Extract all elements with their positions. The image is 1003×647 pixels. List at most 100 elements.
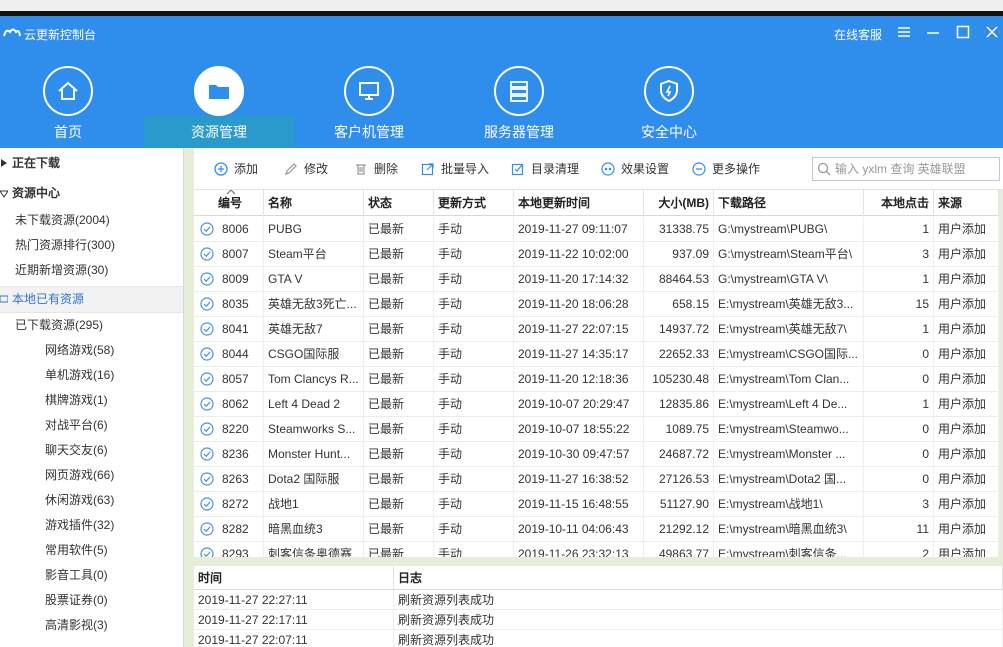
plus-circle-icon — [214, 162, 228, 176]
add-button[interactable]: 添加 — [214, 160, 258, 178]
table-row[interactable]: 8263 Dota2 国际服 已最新 手动 2019-11-27 16:38:52 271… — [194, 467, 999, 492]
sidebar-cat-game-plugins[interactable]: 游戏插件(32) — [0, 513, 183, 538]
sidebar-resource-center[interactable]: 资源中心 — [0, 181, 183, 206]
cell-path: E:\mystream\英雄无敌3... — [714, 292, 864, 317]
cell-name: PUBG — [264, 217, 364, 242]
nav-resource-management[interactable]: 资源管理 — [144, 64, 294, 148]
menu-icon[interactable] — [896, 24, 912, 40]
table-row[interactable]: 8282 暗黑血统3 已最新 手动 2019-10-11 04:06:43 21292.1… — [194, 517, 999, 542]
table-row[interactable]: 8220 Steamworks S... 已最新 手动 2019-10-07 18:55… — [194, 417, 999, 442]
dir-clean-button[interactable]: 目录清理 — [511, 160, 579, 178]
col-download-path[interactable]: 下载路径 — [714, 190, 864, 216]
nav-security-center[interactable]: 安全中心 — [594, 64, 744, 148]
log-row[interactable]: 2019-11-27 22:07:11 刷新资源列表成功 — [194, 630, 1003, 647]
sidebar-cat-web-games[interactable]: 网页游戏(66) — [0, 463, 183, 488]
sidebar-cat-board-games[interactable]: 棋牌游戏(1) — [0, 388, 183, 413]
online-service-link[interactable]: 在线客服 — [834, 26, 882, 43]
sidebar-item-hot-ranking[interactable]: 热门资源排行(300) — [0, 233, 183, 258]
effect-settings-button[interactable]: 效果设置 — [601, 160, 669, 178]
delete-button[interactable]: 删除 — [354, 160, 398, 178]
table-row[interactable]: 8041 英雄无敌7 已最新 手动 2019-11-27 22:07:15 14937.7… — [194, 317, 999, 342]
col-source[interactable]: 来源 — [934, 190, 999, 216]
cell-update-mode: 手动 — [434, 267, 514, 292]
cell-id: 8035 — [194, 292, 264, 317]
folder-tree-icon — [0, 295, 8, 303]
cell-source: 用户添加 — [934, 267, 999, 292]
minimize-icon[interactable] — [925, 24, 941, 40]
nav-home[interactable]: 首页 — [0, 64, 143, 148]
edit-button[interactable]: 修改 — [284, 160, 328, 178]
sidebar-cat-stocks[interactable]: 股票证券(0) — [0, 588, 183, 613]
col-status[interactable]: 状态 — [364, 190, 434, 216]
sidebar-cat-casual-games[interactable]: 休闲游戏(63) — [0, 488, 183, 513]
sidebar-splitter[interactable] — [184, 148, 194, 647]
cell-status: 已最新 — [364, 492, 434, 517]
cell-status: 已最新 — [364, 242, 434, 267]
col-size[interactable]: 大小(MB) — [644, 190, 714, 216]
cell-source: 用户添加 — [934, 417, 999, 442]
sidebar-item-downloaded[interactable]: 已下载资源(295) — [0, 313, 183, 338]
log-row[interactable]: 2019-11-27 22:27:11 刷新资源列表成功 — [194, 590, 1003, 610]
table-row[interactable]: 8006 PUBG 已最新 手动 2019-11-27 09:11:07 31338.75… — [194, 217, 999, 242]
edit-label: 修改 — [304, 162, 329, 176]
log-col-time[interactable]: 时间 — [194, 566, 394, 590]
sidebar-cat-hd-video[interactable]: 高清影视(3) — [0, 613, 183, 638]
table-row[interactable]: 8293 刺客信条奥德赛 已最新 手动 2019-11-26 23:32:13 49863… — [194, 542, 999, 557]
shield-icon — [660, 79, 678, 103]
monitor-icon — [359, 82, 379, 100]
nav-server-label: 服务器管理 — [484, 124, 554, 140]
sidebar-cat-online-games[interactable]: 网络游戏(58) — [0, 338, 183, 363]
sidebar-cat-media-tools[interactable]: 影音工具(0) — [0, 563, 183, 588]
cell-source: 用户添加 — [934, 242, 999, 267]
table-row[interactable]: 8057 Tom Clancys R... 已最新 手动 2019-11-20 12:1… — [194, 367, 999, 392]
cell-id: 8006 — [194, 217, 264, 242]
cell-size: 1089.75 — [644, 417, 714, 442]
more-actions-button[interactable]: 更多操作 — [692, 160, 760, 178]
table-row[interactable]: 8272 战地1 已最新 手动 2019-11-15 16:48:55 51127.90 E… — [194, 492, 999, 517]
col-id[interactable]: 编号 — [194, 190, 264, 216]
sidebar-item-label: 未下载资源(2004) — [15, 213, 110, 227]
sidebar-downloading[interactable]: 正在下载 — [0, 151, 183, 176]
table-row[interactable]: 8236 Monster Hunt... 已最新 手动 2019-10-30 09:47… — [194, 442, 999, 467]
batch-import-button[interactable]: 批量导入 — [421, 160, 489, 178]
col-update-mode[interactable]: 更新方式 — [434, 190, 514, 216]
table-scrollbar[interactable] — [999, 190, 1003, 557]
sidebar-item-not-downloaded[interactable]: 未下载资源(2004) — [0, 208, 183, 233]
cell-update-time: 2019-11-27 14:35:17 — [514, 342, 644, 367]
table-row[interactable]: 8062 Left 4 Dead 2 已最新 手动 2019-10-07 20:29:4… — [194, 392, 999, 417]
cell-path: E:\mystream\战地1\ — [714, 492, 864, 517]
table-row[interactable]: 8007 Steam平台 已最新 手动 2019-11-22 10:02:00 937.0… — [194, 242, 999, 267]
col-local-update-time[interactable]: 本地更新时间 — [514, 190, 644, 216]
sidebar-item-recent-added[interactable]: 近期新增资源(30) — [0, 258, 183, 283]
cell-path: E:\mystream\Tom Clan... — [714, 367, 864, 392]
col-name[interactable]: 名称 — [264, 190, 364, 216]
cell-source: 用户添加 — [934, 392, 999, 417]
table-row[interactable]: 8035 英雄无敌3死亡... 已最新 手动 2019-11-20 18:06:28 65… — [194, 292, 999, 317]
sidebar-local-resources[interactable]: 本地已有资源 — [0, 286, 183, 313]
log-col-message[interactable]: 日志 — [394, 566, 1003, 590]
sidebar-cat-chat[interactable]: 聊天交友(6) — [0, 438, 183, 463]
nav-server-management[interactable]: 服务器管理 — [444, 64, 594, 148]
cell-id: 8272 — [194, 492, 264, 517]
cell-clicks: 2 — [864, 542, 934, 557]
maximize-icon[interactable] — [955, 24, 971, 40]
cell-id: 8007 — [194, 242, 264, 267]
col-local-clicks[interactable]: 本地点击 — [864, 190, 934, 216]
sidebar-cat-common-software[interactable]: 常用软件(5) — [0, 538, 183, 563]
table-row[interactable]: 8009 GTA V 已最新 手动 2019-11-20 17:14:32 88464.5… — [194, 267, 999, 292]
sidebar-local-label: 本地已有资源 — [12, 292, 85, 306]
sidebar-cat-battle-platform[interactable]: 对战平台(6) — [0, 413, 183, 438]
cell-clicks: 0 — [864, 442, 934, 467]
table-row[interactable]: 8044 CSGO国际服 已最新 手动 2019-11-27 14:35:17 22652… — [194, 342, 999, 367]
clean-icon — [511, 163, 524, 176]
sidebar-cat-single-games[interactable]: 单机游戏(16) — [0, 363, 183, 388]
nav-client-management[interactable]: 客户机管理 — [294, 64, 444, 148]
close-icon[interactable] — [984, 24, 1000, 40]
log-row[interactable]: 2019-11-27 22:17:11 刷新资源列表成功 — [194, 610, 1003, 630]
search-input[interactable]: 输入 yxlm 查询 英雄联盟 — [812, 157, 1000, 181]
cell-name: Left 4 Dead 2 — [264, 392, 364, 417]
os-toolbar-strip — [0, 0, 1003, 16]
cell-update-mode: 手动 — [434, 517, 514, 542]
sidebar-item-label: 热门资源排行(300) — [15, 238, 116, 252]
log-splitter[interactable] — [194, 557, 1003, 566]
